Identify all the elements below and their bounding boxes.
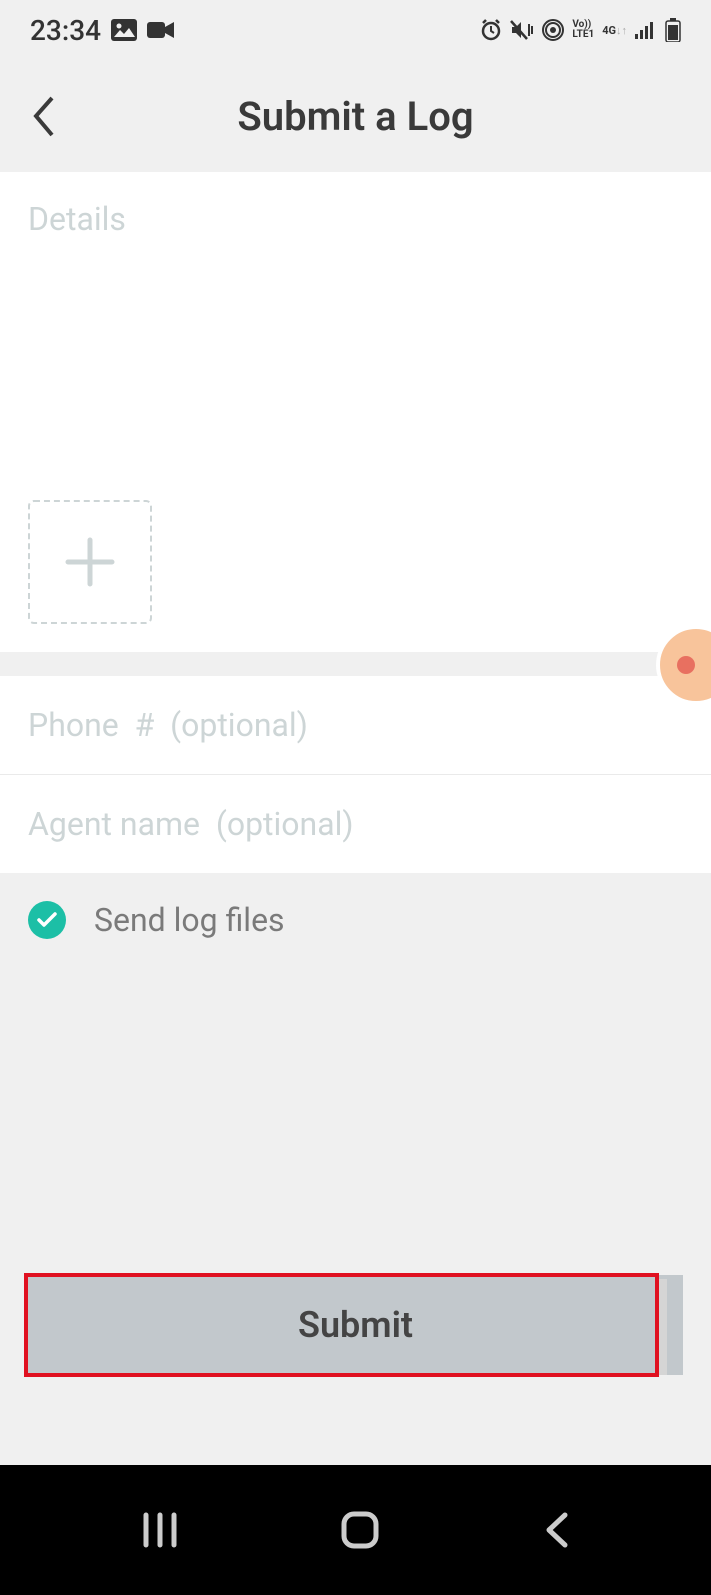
details-input[interactable] — [28, 200, 683, 500]
phone-input[interactable] — [28, 706, 683, 744]
page-title: Submit a Log — [30, 93, 681, 140]
battery-icon — [665, 18, 681, 42]
mute-vibrate-icon — [510, 19, 534, 41]
plus-icon — [60, 532, 120, 592]
spacer — [0, 967, 711, 1275]
signal-icon — [635, 21, 657, 39]
status-left: 23:34 — [30, 14, 175, 47]
back-button[interactable] — [30, 94, 58, 139]
send-logs-row[interactable]: Send log files — [0, 873, 711, 967]
section-divider — [0, 652, 711, 676]
agent-name-input[interactable] — [28, 805, 683, 843]
status-bar: 23:34 Vo))LTE1 4G↓↑ — [0, 0, 711, 60]
recents-button[interactable] — [140, 1512, 180, 1548]
phone-row — [0, 676, 711, 775]
send-logs-label: Send log files — [94, 901, 285, 939]
submit-button[interactable]: Submit — [28, 1275, 683, 1375]
submit-container: Submit — [0, 1275, 711, 1465]
nav-back-button[interactable] — [541, 1509, 571, 1551]
button-shadow — [659, 1279, 667, 1375]
image-icon — [111, 19, 137, 41]
record-dot-icon — [677, 656, 695, 674]
home-button[interactable] — [339, 1509, 381, 1551]
volte-icon: Vo))LTE1 — [572, 20, 594, 40]
agent-row — [0, 775, 711, 873]
add-attachment-button[interactable] — [28, 500, 152, 624]
android-nav-bar — [0, 1465, 711, 1595]
checkbox-checked-icon — [28, 901, 66, 939]
video-icon — [147, 20, 175, 40]
status-right: Vo))LTE1 4G↓↑ — [480, 18, 681, 42]
alarm-icon — [480, 19, 502, 41]
details-section — [0, 172, 711, 652]
app-header: Submit a Log — [0, 60, 711, 172]
4g-icon: 4G↓↑ — [602, 25, 627, 36]
hotspot-icon — [542, 19, 564, 41]
status-time: 23:34 — [30, 14, 101, 47]
